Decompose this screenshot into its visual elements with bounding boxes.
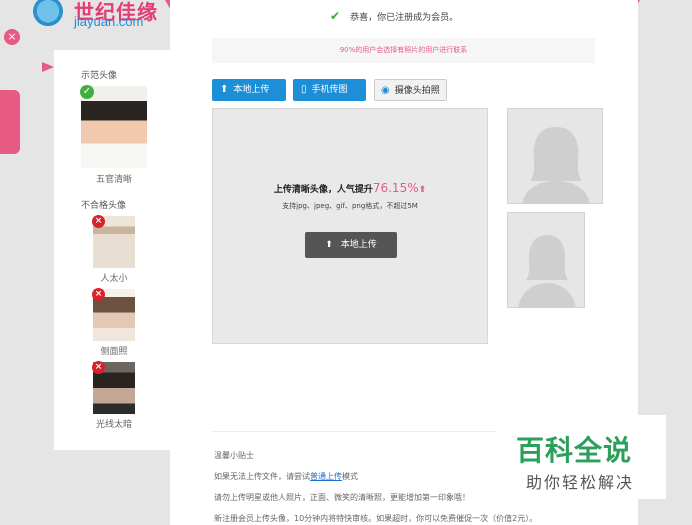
- bad-photo-too-small: ×: [92, 215, 135, 268]
- bad-caption: 人太小: [100, 274, 128, 284]
- photo-guide-panel: 示范头像 ✓ 五官清晰 不合格头像 × 人太小 × 侧面照 × 光线太暗: [54, 50, 170, 450]
- bad-photo-side: ×: [92, 288, 135, 341]
- decorative-heart-banner: [0, 90, 20, 154]
- bad-caption: 侧面照: [100, 347, 128, 357]
- watermark-badge: 百科全说 助你轻松解决: [496, 415, 666, 499]
- upload-dropzone[interactable]: 上传清晰头像，人气提升76.15%⬆ 支持jpg、jpeg、gif、png格式，…: [212, 108, 488, 344]
- bad-title: 不合格头像: [81, 201, 127, 211]
- tips-line-2: 请勿上传明星或他人照片，正面、微笑的清晰照，更能增加第一印象哦！: [214, 493, 470, 502]
- mascot-logo-icon: [30, 0, 66, 28]
- camera-button[interactable]: ◉ 摄像头拍照: [374, 79, 447, 101]
- bad-caption: 光线太暗: [95, 420, 132, 430]
- normal-upload-link[interactable]: 普通上传: [310, 472, 342, 481]
- notice-bar: 90%的用户会选择有照片的用户进行联系: [212, 38, 595, 63]
- success-message: ✔ 恭喜，你已注册成为会员。: [330, 9, 459, 23]
- watermark-title: 百科全说: [516, 434, 633, 467]
- sample-photo: ✓: [80, 85, 147, 168]
- sample-title: 示范头像: [81, 71, 118, 81]
- cross-icon: ×: [92, 215, 105, 228]
- avatar-placeholder-icon: [518, 235, 576, 307]
- divider: [212, 431, 502, 432]
- watermark-subtitle: 助你轻松解决: [526, 473, 635, 492]
- check-icon: ✓: [80, 85, 94, 99]
- dropzone-upload-button[interactable]: ⬆ 本地上传: [305, 232, 397, 258]
- avatar-preview-small: [507, 212, 585, 308]
- upload-icon: ⬆: [325, 240, 333, 250]
- bad-photo-dark: ×: [92, 361, 135, 414]
- local-upload-button[interactable]: ⬆ 本地上传: [212, 79, 286, 101]
- logo-text-en: jiayuan.com: [74, 14, 144, 29]
- sample-caption: 五官清晰: [95, 175, 132, 185]
- phone-icon: ▯: [301, 84, 307, 95]
- tips-line-3: 新注册会员上传头像，10分钟内将特快审核。如果超时，你可以免费催促一次（价值2元…: [214, 514, 538, 523]
- upload-headline: 上传清晰头像，人气提升76.15%⬆: [273, 181, 427, 195]
- upload-icon: ⬆: [220, 84, 229, 95]
- tips-line-1: 如果无法上传文件，请尝试普通上传模式: [214, 472, 358, 481]
- close-icon[interactable]: ×: [4, 29, 20, 45]
- checkmark-icon: ✔: [330, 9, 341, 23]
- tips-title: 温馨小贴士: [214, 451, 254, 460]
- phone-upload-button[interactable]: ▯ 手机传图: [293, 79, 366, 101]
- percent-value: 76.15%: [372, 181, 419, 195]
- format-hint: 支持jpg、jpeg、gif、png格式，不超过5M: [282, 202, 418, 210]
- camera-icon: ◉: [381, 85, 390, 96]
- avatar-preview-large: [507, 108, 603, 204]
- up-arrow-icon: ⬆: [418, 185, 427, 195]
- decorative-arrow-tab: [42, 62, 54, 72]
- avatar-placeholder-icon: [522, 127, 590, 203]
- cross-icon: ×: [92, 288, 105, 301]
- site-logo[interactable]: 世纪佳缘 jiayuan.com: [30, 0, 160, 30]
- cross-icon: ×: [92, 361, 105, 374]
